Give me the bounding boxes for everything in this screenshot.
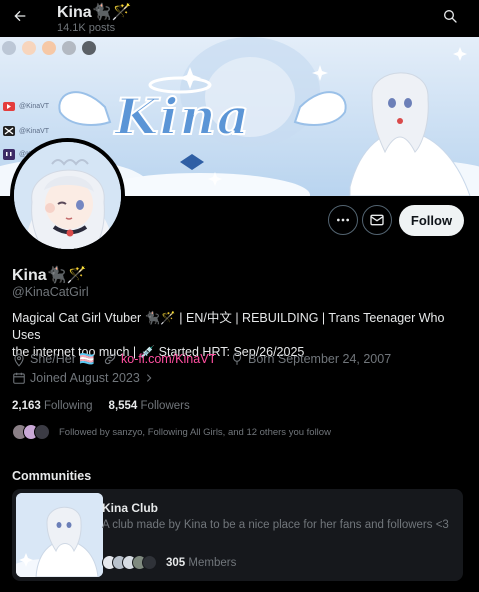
followers-link[interactable]: 8,554 Followers — [109, 400, 190, 412]
link-icon — [104, 353, 116, 365]
bio-line: Magical Cat Girl Vtuber 🐈‍⬛🪄 | EN/中文 | R… — [12, 311, 445, 342]
joined-item[interactable]: Joined August 2023 — [12, 371, 154, 385]
website-link[interactable]: ko-fi.com/KinaVT — [121, 352, 216, 366]
avatar[interactable] — [10, 138, 125, 253]
community-name: Kina Club — [102, 501, 158, 515]
avatar-image — [14, 142, 121, 249]
followers-label: Followers — [140, 400, 190, 412]
posts-count: 14.1K posts — [57, 22, 116, 34]
more-icon — [337, 218, 349, 222]
community-image — [16, 493, 103, 577]
following-link[interactable]: 2,163 Following — [12, 400, 93, 412]
community-members: 305 Members — [102, 555, 236, 570]
balloon-icon — [232, 352, 242, 365]
birthday-item: Born September 24, 2007 — [230, 352, 391, 366]
pronouns-item: She/Her 🏳️‍⚧️ — [12, 352, 95, 367]
message-button[interactable] — [362, 205, 392, 235]
birthday-text: Born September 24, 2007 — [248, 352, 392, 366]
member-count: 305 — [166, 556, 186, 569]
display-name: Kina🐈‍⬛🪄 — [12, 267, 87, 284]
location-pin-icon — [14, 353, 24, 367]
following-count: 2,163 — [12, 400, 41, 412]
member-count-text: 305 Members — [166, 557, 236, 569]
handle: @KinaCatGirl — [12, 285, 89, 299]
following-label: Following — [43, 400, 93, 412]
community-card[interactable]: Kina Club A club made by Kina to be a ni… — [12, 489, 463, 581]
search-icon — [444, 10, 457, 23]
pronouns-text: She/Her 🏳️‍⚧️ — [30, 352, 95, 366]
followed-by[interactable]: Followed by sanzyo, Following All Girls,… — [12, 424, 331, 440]
banner-wordmark: Kina — [114, 86, 251, 147]
member-avatar — [142, 555, 157, 570]
followed-by-text: Followed by sanzyo, Following All Girls,… — [59, 426, 331, 438]
member-label: Members — [188, 556, 237, 569]
followers-count: 8,554 — [108, 400, 138, 412]
chevron-right-icon — [146, 374, 152, 382]
community-description: A club made by Kina to be a nice place f… — [102, 519, 449, 531]
banner-social-tag-x: @KinaVT — [19, 128, 50, 135]
banner-social-tag-youtube: @KinaVT — [19, 103, 50, 110]
back-arrow-icon — [14, 10, 26, 22]
communities-heading: Communities — [12, 469, 92, 483]
top-bar: Kina🐈‍⬛🪄 14.1K posts — [0, 0, 479, 37]
joined-text: Joined August 2023 — [30, 371, 140, 385]
envelope-icon — [370, 214, 384, 226]
calendar-icon — [13, 372, 25, 384]
follow-button[interactable]: Follow — [399, 205, 464, 236]
more-button[interactable] — [328, 205, 358, 235]
search-button[interactable] — [438, 4, 462, 28]
back-button[interactable] — [8, 4, 32, 28]
follower-avatar — [34, 424, 50, 440]
website-item[interactable]: ko-fi.com/KinaVT — [103, 352, 216, 366]
follow-stats: 2,163 Following 8,554 Followers — [12, 400, 190, 412]
page-title: Kina🐈‍⬛🪄 — [57, 4, 132, 21]
